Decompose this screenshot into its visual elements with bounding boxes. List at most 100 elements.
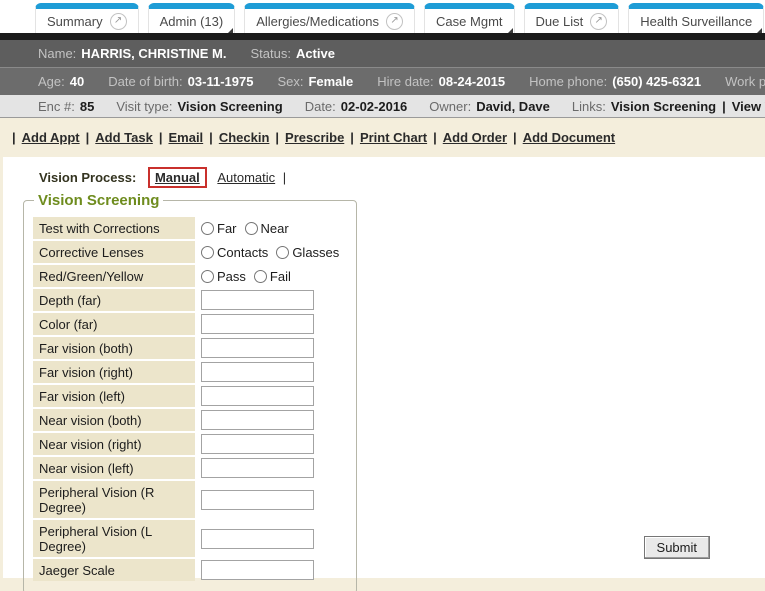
separator: | [722, 99, 726, 114]
near-vision-both-input[interactable] [201, 410, 314, 430]
submit-button[interactable]: Submit [644, 536, 710, 559]
status-badge: Active [296, 46, 335, 61]
row-label: Near vision (both) [33, 409, 195, 431]
vision-process-row: Vision Process: Manual Automatic | [3, 157, 765, 188]
checkin-link[interactable]: Checkin [219, 130, 270, 145]
link-view-vision-screening[interactable]: View Vision Screening [732, 99, 765, 114]
radio-option-label[interactable]: Contacts [217, 245, 268, 260]
glasses-radio[interactable] [276, 246, 289, 259]
home-phone-label: Home phone: [529, 74, 607, 89]
age-label: Age: [38, 74, 65, 89]
far-radio[interactable] [201, 222, 214, 235]
tab-summary[interactable]: Summary ↗ [35, 3, 139, 33]
radio-option-label[interactable]: Near [261, 221, 289, 236]
form-row-peripheral-vision-r: Peripheral Vision (R Degree) [33, 481, 347, 518]
tab-admin[interactable]: Admin (13) [148, 3, 236, 33]
vision-screening-legend: Vision Screening [34, 192, 163, 209]
far-vision-right-input[interactable] [201, 362, 314, 382]
owner-label: Owner: [429, 99, 471, 114]
date-value: 02-02-2016 [341, 99, 408, 114]
vision-process-automatic-link[interactable]: Automatic [217, 170, 275, 185]
radio-option-label[interactable]: Pass [217, 269, 246, 284]
form-row-near-vision-both: Near vision (both) [33, 409, 347, 431]
form-row-test-with-corrections: Test with Corrections Far Near [33, 217, 347, 239]
link-vision-screening[interactable]: Vision Screening [611, 99, 716, 114]
far-vision-both-input[interactable] [201, 338, 314, 358]
row-label: Near vision (left) [33, 457, 195, 479]
form-row-far-vision-both: Far vision (both) [33, 337, 347, 359]
tab-label: Allergies/Medications [256, 14, 379, 29]
external-link-icon[interactable]: ↗ [110, 13, 127, 30]
add-appt-link[interactable]: Add Appt [22, 130, 80, 145]
near-vision-right-input[interactable] [201, 434, 314, 454]
separator: | [275, 130, 279, 145]
print-chart-link[interactable]: Print Chart [360, 130, 427, 145]
email-link[interactable]: Email [168, 130, 203, 145]
near-vision-left-input[interactable] [201, 458, 314, 478]
row-label: Far vision (left) [33, 385, 195, 407]
color-far-input[interactable] [201, 314, 314, 334]
submit-row: Submit [644, 536, 710, 559]
peripheral-vision-l-input[interactable] [201, 529, 314, 549]
row-label: Jaeger Scale [33, 559, 195, 581]
form-row-red-green-yellow: Red/Green/Yellow Pass Fail [33, 265, 347, 287]
action-links-bar: | Add Appt | Add Task | Email | Checkin … [0, 118, 765, 157]
form-row-jaeger-scale: Jaeger Scale [33, 559, 347, 581]
hire-date-value: 08-24-2015 [439, 74, 506, 89]
tab-label: Case Mgmt [436, 14, 502, 29]
prescribe-link[interactable]: Prescribe [285, 130, 344, 145]
links-label: Links: [572, 99, 606, 114]
near-radio[interactable] [245, 222, 258, 235]
vision-process-manual-link[interactable]: Manual [148, 167, 207, 188]
tab-label: Admin (13) [160, 14, 224, 29]
dropdown-corner-icon [508, 28, 513, 33]
tab-allergies-medications[interactable]: Allergies/Medications ↗ [244, 3, 415, 33]
tab-health-surveillance[interactable]: Health Surveillance [628, 3, 764, 33]
tab-case-mgmt[interactable]: Case Mgmt [424, 3, 514, 33]
pass-radio[interactable] [201, 270, 214, 283]
radio-option-label[interactable]: Far [217, 221, 237, 236]
fail-radio[interactable] [254, 270, 267, 283]
patient-name: HARRIS, CHRISTINE M. [81, 46, 226, 61]
tab-label: Due List [536, 14, 584, 29]
depth-far-input[interactable] [201, 290, 314, 310]
form-row-far-vision-left: Far vision (left) [33, 385, 347, 407]
peripheral-vision-r-input[interactable] [201, 490, 314, 510]
chart-tab-bar: Summary ↗ Admin (13) Allergies/Medicatio… [0, 0, 765, 33]
add-order-link[interactable]: Add Order [443, 130, 507, 145]
patient-name-bar: Name: HARRIS, CHRISTINE M. Status: Activ… [0, 40, 765, 67]
dropdown-corner-icon [757, 28, 762, 33]
enc-number-value: 85 [80, 99, 94, 114]
encounter-bar: Enc #: 85 Visit type: Vision Screening D… [0, 95, 765, 118]
separator: | [283, 170, 286, 185]
enc-number-label: Enc #: [38, 99, 75, 114]
form-row-near-vision-left: Near vision (left) [33, 457, 347, 479]
external-link-icon[interactable]: ↗ [590, 13, 607, 30]
jaeger-scale-input[interactable] [201, 560, 314, 580]
hire-date-label: Hire date: [377, 74, 433, 89]
vision-screening-fieldset: Vision Screening Test with Corrections F… [23, 192, 357, 591]
vision-process-label: Vision Process: [39, 170, 136, 185]
tab-due-list[interactable]: Due List ↗ [524, 3, 620, 33]
external-link-icon[interactable]: ↗ [386, 13, 403, 30]
dropdown-corner-icon [228, 28, 233, 33]
contacts-radio[interactable] [201, 246, 214, 259]
name-label: Name: [38, 46, 76, 61]
row-label: Far vision (right) [33, 361, 195, 383]
content-panel: Vision Process: Manual Automatic | Visio… [3, 157, 765, 578]
sex-value: Female [308, 74, 353, 89]
separator: | [350, 130, 354, 145]
sex-label: Sex: [277, 74, 303, 89]
form-row-near-vision-right: Near vision (right) [33, 433, 347, 455]
add-document-link[interactable]: Add Document [523, 130, 615, 145]
form-row-depth-far: Depth (far) [33, 289, 347, 311]
tab-bar-divider [0, 33, 765, 40]
home-phone-value: (650) 425-6321 [612, 74, 701, 89]
row-label: Depth (far) [33, 289, 195, 311]
radio-option-label[interactable]: Glasses [292, 245, 339, 260]
add-task-link[interactable]: Add Task [95, 130, 153, 145]
far-vision-left-input[interactable] [201, 386, 314, 406]
form-row-color-far: Color (far) [33, 313, 347, 335]
separator: | [209, 130, 213, 145]
radio-option-label[interactable]: Fail [270, 269, 291, 284]
